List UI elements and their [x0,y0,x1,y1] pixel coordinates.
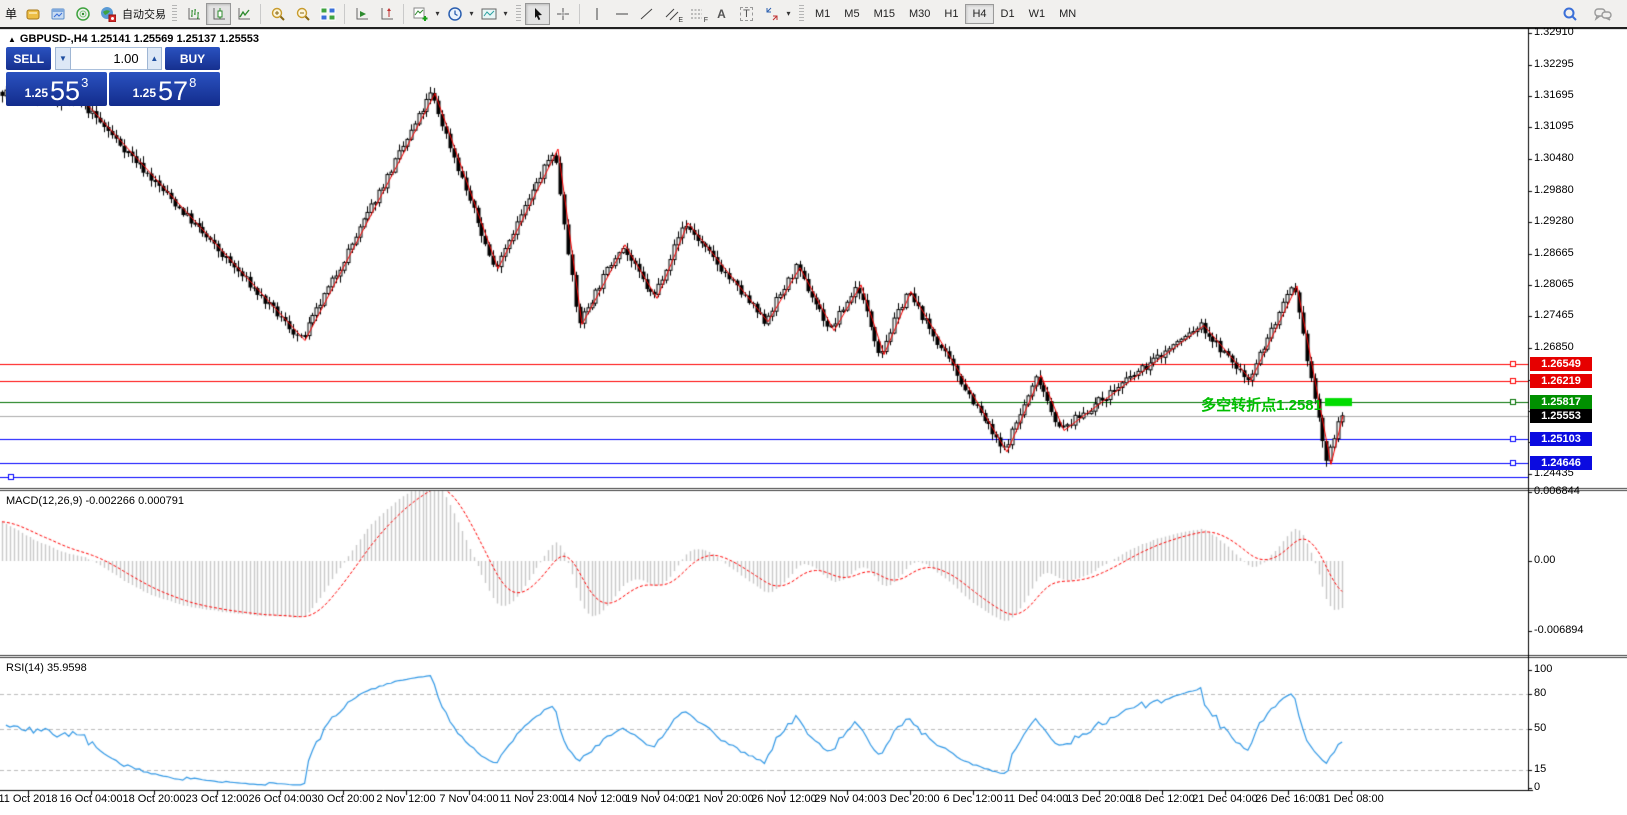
text-tool[interactable]: A [709,3,734,25]
candlestick-mode-button[interactable] [206,3,231,25]
indicators-button[interactable] [408,3,433,25]
crosshair-icon [555,6,571,22]
chart-shift-button[interactable] [374,3,399,25]
arrows-dropdown[interactable]: ▾ [784,9,793,18]
toolbar-grip[interactable] [172,5,177,23]
gold-tag-icon [25,6,41,22]
text-t-icon: T [740,7,753,21]
zoom-in-button[interactable] [265,3,290,25]
candlestick-icon [211,6,227,22]
periods-button[interactable] [442,3,467,25]
strategy-button[interactable] [70,3,95,25]
text-a-icon: A [717,7,726,21]
fibo-f-label: F [704,17,708,24]
buy-button[interactable]: BUY [165,47,220,70]
cursor-icon [530,6,546,22]
autotrading-globe-icon [100,6,116,22]
horizontal-line-icon [614,6,630,22]
search-icon [1562,6,1578,22]
tf-h1-button[interactable]: H1 [937,4,965,24]
volume-increase-button[interactable]: ▲ [147,47,162,70]
chart-shift-icon [379,6,395,22]
new-order-icon[interactable] [20,3,45,25]
crosshair-tool-button[interactable] [550,3,575,25]
toolbar-separator [260,4,261,24]
tf-h4-button[interactable]: H4 [965,4,993,24]
tf-mn-button[interactable]: MN [1052,4,1083,24]
zoom-in-icon [270,6,286,22]
chart-canvas[interactable] [0,0,1627,815]
clock-icon [447,6,463,22]
volume-decrease-button[interactable]: ▼ [55,47,70,70]
arrows-icon [764,6,780,22]
toolbar: 单 自动交易 [0,0,1627,27]
toolbar-separator [579,4,580,24]
autotrading-label[interactable]: 自动交易 [122,6,166,22]
tf-w1-button[interactable]: W1 [1022,4,1053,24]
periods-dropdown[interactable]: ▾ [467,9,476,18]
tile-windows-icon [320,6,336,22]
template-icon [481,6,497,22]
buy-price-pips: 57 [158,78,188,104]
tf-m15-button[interactable]: M15 [867,4,902,24]
trendline-icon [639,6,655,22]
auto-scroll-icon [354,6,370,22]
bar-chart-icon [186,6,202,22]
toolbar-separator [344,4,345,24]
channel-e-label: E [678,17,683,24]
horizontal-line-tool[interactable] [609,3,634,25]
sell-price-pips: 55 [50,78,80,104]
mt4-terminal: 单 自动交易 [0,0,1627,815]
line-chart-icon [236,6,252,22]
tf-m30-button[interactable]: M30 [902,4,937,24]
zoom-out-icon [295,6,311,22]
tf-m5-button[interactable]: M5 [837,4,866,24]
auto-scroll-button[interactable] [349,3,374,25]
cursor-tool-button[interactable] [525,3,550,25]
channel-tool[interactable]: E [659,3,684,25]
one-click-trading-panel: SELL ▼ ▲ BUY 1.25 55 3 1.25 57 8 [6,47,220,106]
sell-price-display[interactable]: 1.25 55 3 [6,72,107,106]
tf-m1-button[interactable]: M1 [808,4,837,24]
tile-windows-button[interactable] [315,3,340,25]
sell-price-point: 3 [81,75,88,90]
templates-dropdown[interactable]: ▾ [501,9,510,18]
vertical-line-icon [589,6,605,22]
sell-price-base: 1.25 [25,86,48,100]
indicators-dropdown[interactable]: ▾ [433,9,442,18]
vertical-line-tool[interactable] [584,3,609,25]
buy-price-base: 1.25 [133,86,156,100]
radar-icon [75,6,91,22]
tf-d1-button[interactable]: D1 [994,4,1022,24]
add-indicator-icon [413,6,429,22]
autotrading-button[interactable] [95,3,120,25]
search-button[interactable] [1557,3,1582,25]
arrows-tool[interactable] [759,3,784,25]
sell-button[interactable]: SELL [6,47,51,70]
toolbar-separator [403,4,404,24]
toolbar-grip[interactable] [516,5,521,23]
toolbar-grip[interactable] [799,5,804,23]
chat-icon [1594,6,1612,22]
volume-input[interactable] [71,47,147,70]
chart-window-icon [50,6,66,22]
turning-point-annotation[interactable]: 多空转折点1.2581 [1201,394,1322,415]
bar-chart-mode-button[interactable] [181,3,206,25]
new-order-button[interactable]: 单 [2,5,20,22]
zoom-out-button[interactable] [290,3,315,25]
buy-price-point: 8 [189,75,196,90]
chart-window-button[interactable] [45,3,70,25]
equidistant-channel-icon [664,6,680,22]
templates-button[interactable] [476,3,501,25]
fibonacci-icon [689,6,705,22]
fibonacci-tool[interactable]: F [684,3,709,25]
line-chart-mode-button[interactable] [231,3,256,25]
buy-price-display[interactable]: 1.25 57 8 [109,72,220,106]
text-label-tool[interactable]: T [734,3,759,25]
chat-button[interactable] [1590,3,1615,25]
trendline-tool[interactable] [634,3,659,25]
